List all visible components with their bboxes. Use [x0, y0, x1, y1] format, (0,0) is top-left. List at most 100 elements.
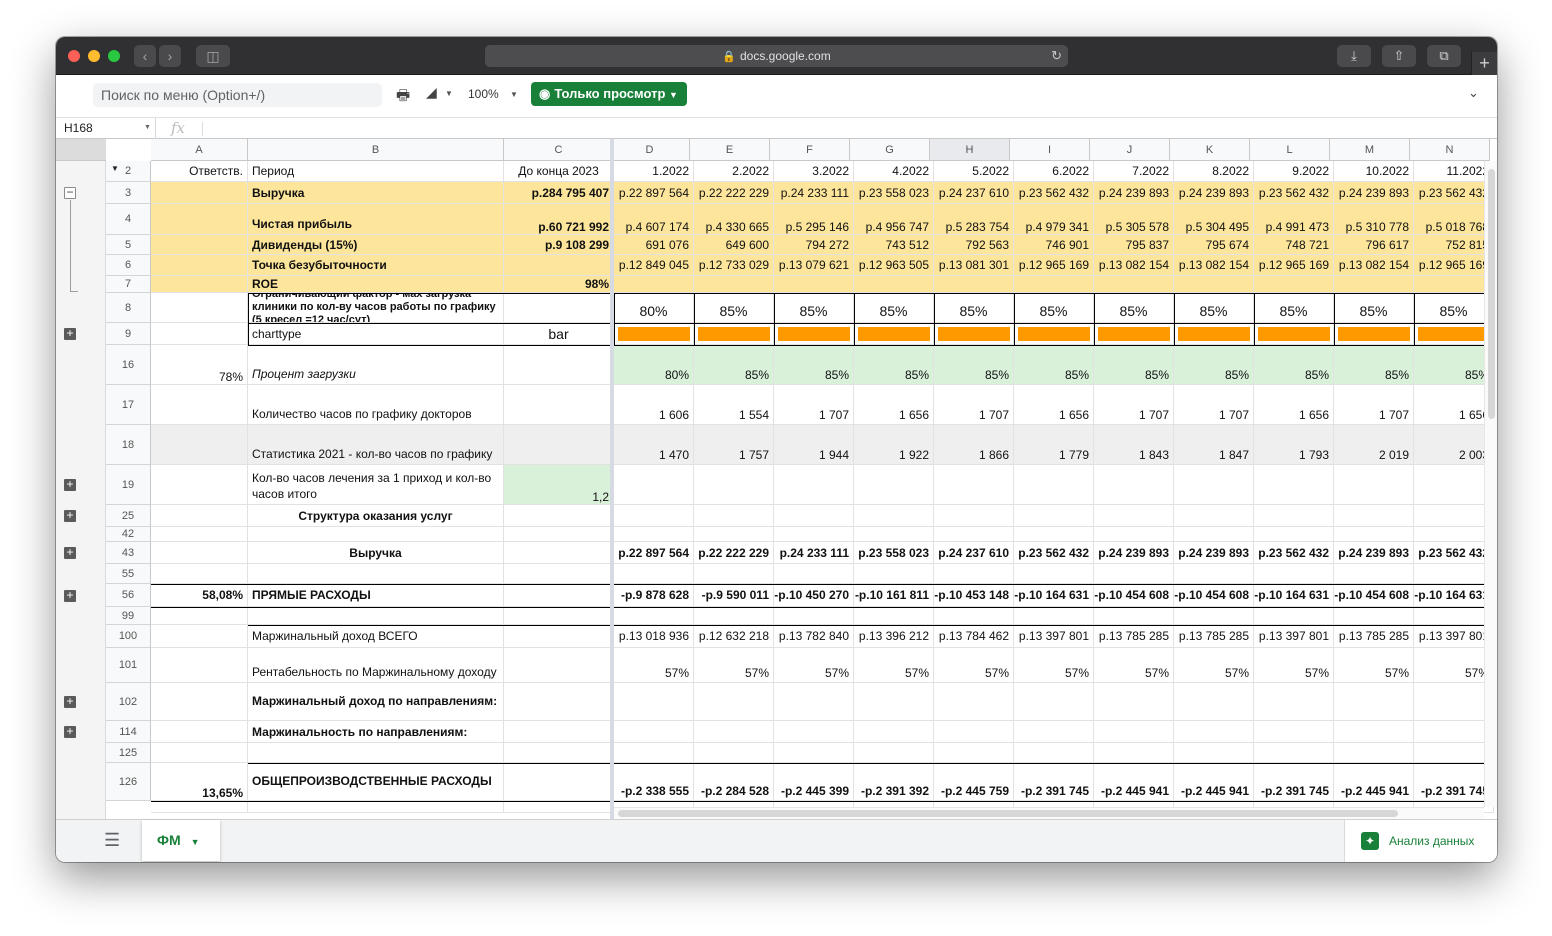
cell-d114[interactable]: [614, 721, 694, 743]
cell-n6[interactable]: р.12 965 169: [1414, 255, 1494, 276]
back-arrow-icon[interactable]: ‹: [134, 45, 156, 67]
cell-d18[interactable]: 1 470: [614, 425, 694, 465]
expand-group-icon[interactable]: +: [64, 546, 76, 559]
cell-m2[interactable]: 10.2022: [1334, 161, 1414, 182]
cell-d43[interactable]: р.22 897 564: [614, 542, 694, 564]
cell-a9[interactable]: [151, 323, 248, 345]
cell-f8[interactable]: 85%: [774, 293, 854, 323]
cell-m43[interactable]: р.24 239 893: [1334, 542, 1414, 564]
cell-m126[interactable]: -р.2 445 941: [1334, 763, 1414, 801]
cell-k3[interactable]: р.24 239 893: [1174, 182, 1254, 204]
cell-j19[interactable]: [1094, 465, 1174, 505]
cell-h6[interactable]: р.13 081 301: [934, 255, 1014, 276]
cell-d17[interactable]: 1 606: [614, 385, 694, 425]
cell-l42[interactable]: [1254, 527, 1334, 542]
cell-m55[interactable]: [1334, 564, 1414, 584]
cell-e5[interactable]: 649 600: [694, 235, 774, 255]
tabs-overview-icon[interactable]: ⧉: [1427, 45, 1461, 67]
cell-f19[interactable]: [774, 465, 854, 505]
cell-d42[interactable]: [614, 527, 694, 542]
cell-k101[interactable]: 57%: [1174, 648, 1254, 683]
cell-g8[interactable]: 85%: [854, 293, 934, 323]
cell-e6[interactable]: р.12 733 029: [694, 255, 774, 276]
cell-c114[interactable]: [504, 721, 614, 743]
cell-f7[interactable]: [774, 276, 854, 293]
cell-n43[interactable]: р.23 562 432: [1414, 542, 1494, 564]
cell-c5[interactable]: р.9 108 299: [504, 235, 614, 255]
cell-c25[interactable]: [504, 505, 614, 527]
cell-d99[interactable]: [614, 607, 694, 625]
cell-a43[interactable]: [151, 542, 248, 564]
cell-h125[interactable]: [934, 743, 1014, 763]
cell-a7[interactable]: [151, 276, 248, 293]
cell-b6[interactable]: Точка безубыточности: [248, 255, 504, 276]
cell-m19[interactable]: [1334, 465, 1414, 505]
cell-m5[interactable]: 796 617: [1334, 235, 1414, 255]
expand-group-icon[interactable]: +: [64, 725, 76, 738]
cell-b55[interactable]: [248, 564, 504, 584]
cell-i8[interactable]: 85%: [1014, 293, 1094, 323]
cell-k18[interactable]: 1 847: [1174, 425, 1254, 465]
share-icon[interactable]: ⇧: [1382, 45, 1416, 67]
cell-g56[interactable]: -р.10 161 811: [854, 584, 934, 607]
cell-b19[interactable]: Кол-во часов лечения за 1 приход и кол-в…: [248, 465, 504, 505]
cell-k17[interactable]: 1 707: [1174, 385, 1254, 425]
cell-k126[interactable]: -р.2 445 941: [1174, 763, 1254, 801]
cell-f56[interactable]: -р.10 450 270: [774, 584, 854, 607]
cell-l101[interactable]: 57%: [1254, 648, 1334, 683]
sheet-tab-fm[interactable]: ФМ ▼: [142, 820, 220, 861]
cell-i6[interactable]: р.12 965 169: [1014, 255, 1094, 276]
cell-i102[interactable]: [1014, 683, 1094, 721]
cell-m42[interactable]: [1334, 527, 1414, 542]
row-header-101[interactable]: 101: [106, 648, 151, 683]
cell-j18[interactable]: 1 843: [1094, 425, 1174, 465]
cell-i5[interactable]: 746 901: [1014, 235, 1094, 255]
row-header-99[interactable]: 99: [106, 607, 151, 625]
cell-d6[interactable]: р.12 849 045: [614, 255, 694, 276]
cell-n55[interactable]: [1414, 564, 1494, 584]
cell-f18[interactable]: 1 944: [774, 425, 854, 465]
cell-i42[interactable]: [1014, 527, 1094, 542]
cell-g100[interactable]: р.13 396 212: [854, 625, 934, 648]
cell-c42[interactable]: [504, 527, 614, 542]
cell-h3[interactable]: р.24 237 610: [934, 182, 1014, 204]
cell-a17[interactable]: [151, 385, 248, 425]
cell-c126[interactable]: [504, 763, 614, 801]
cell-c8[interactable]: [504, 293, 614, 323]
cell-l102[interactable]: [1254, 683, 1334, 721]
cell-e4[interactable]: р.4 330 665: [694, 204, 774, 235]
cell-l7[interactable]: [1254, 276, 1334, 293]
cell-j17[interactable]: 1 707: [1094, 385, 1174, 425]
cell-l2[interactable]: 9.2022: [1254, 161, 1334, 182]
cell-g18[interactable]: 1 922: [854, 425, 934, 465]
row-header-126[interactable]: 126: [106, 763, 151, 801]
cell-h2[interactable]: 5.2022: [934, 161, 1014, 182]
cell-m125[interactable]: [1334, 743, 1414, 763]
column-header-k[interactable]: K: [1170, 139, 1250, 161]
cell-k100[interactable]: р.13 785 285: [1174, 625, 1254, 648]
cell-e126[interactable]: -р.2 284 528: [694, 763, 774, 801]
cell-e3[interactable]: р.22 222 229: [694, 182, 774, 204]
horizontal-scrollbar-thumb[interactable]: [618, 810, 1398, 817]
cell-l8[interactable]: 85%: [1254, 293, 1334, 323]
all-sheets-icon[interactable]: ☰: [104, 830, 120, 851]
cell-b101[interactable]: Рентабельность по Маржинальному доходу: [248, 648, 504, 683]
cell-h4[interactable]: р.5 283 754: [934, 204, 1014, 235]
cell-i126[interactable]: -р.2 391 745: [1014, 763, 1094, 801]
cell-i3[interactable]: р.23 562 432: [1014, 182, 1094, 204]
cell-e17[interactable]: 1 554: [694, 385, 774, 425]
cell-c56[interactable]: [504, 584, 614, 607]
cell-n3[interactable]: р.23 562 432: [1414, 182, 1494, 204]
column-header-m[interactable]: M: [1330, 139, 1410, 161]
row-header-102[interactable]: 102: [106, 683, 151, 721]
cell-l4[interactable]: р.4 991 473: [1254, 204, 1334, 235]
cell-j5[interactable]: 795 837: [1094, 235, 1174, 255]
cell-j126[interactable]: -р.2 445 941: [1094, 763, 1174, 801]
cell-n125[interactable]: [1414, 743, 1494, 763]
cell-h19[interactable]: [934, 465, 1014, 505]
cell-e102[interactable]: [694, 683, 774, 721]
cell-l43[interactable]: р.23 562 432: [1254, 542, 1334, 564]
cell-h8[interactable]: 85%: [934, 293, 1014, 323]
cell-c55[interactable]: [504, 564, 614, 584]
cell-a16[interactable]: 78%: [151, 345, 248, 385]
